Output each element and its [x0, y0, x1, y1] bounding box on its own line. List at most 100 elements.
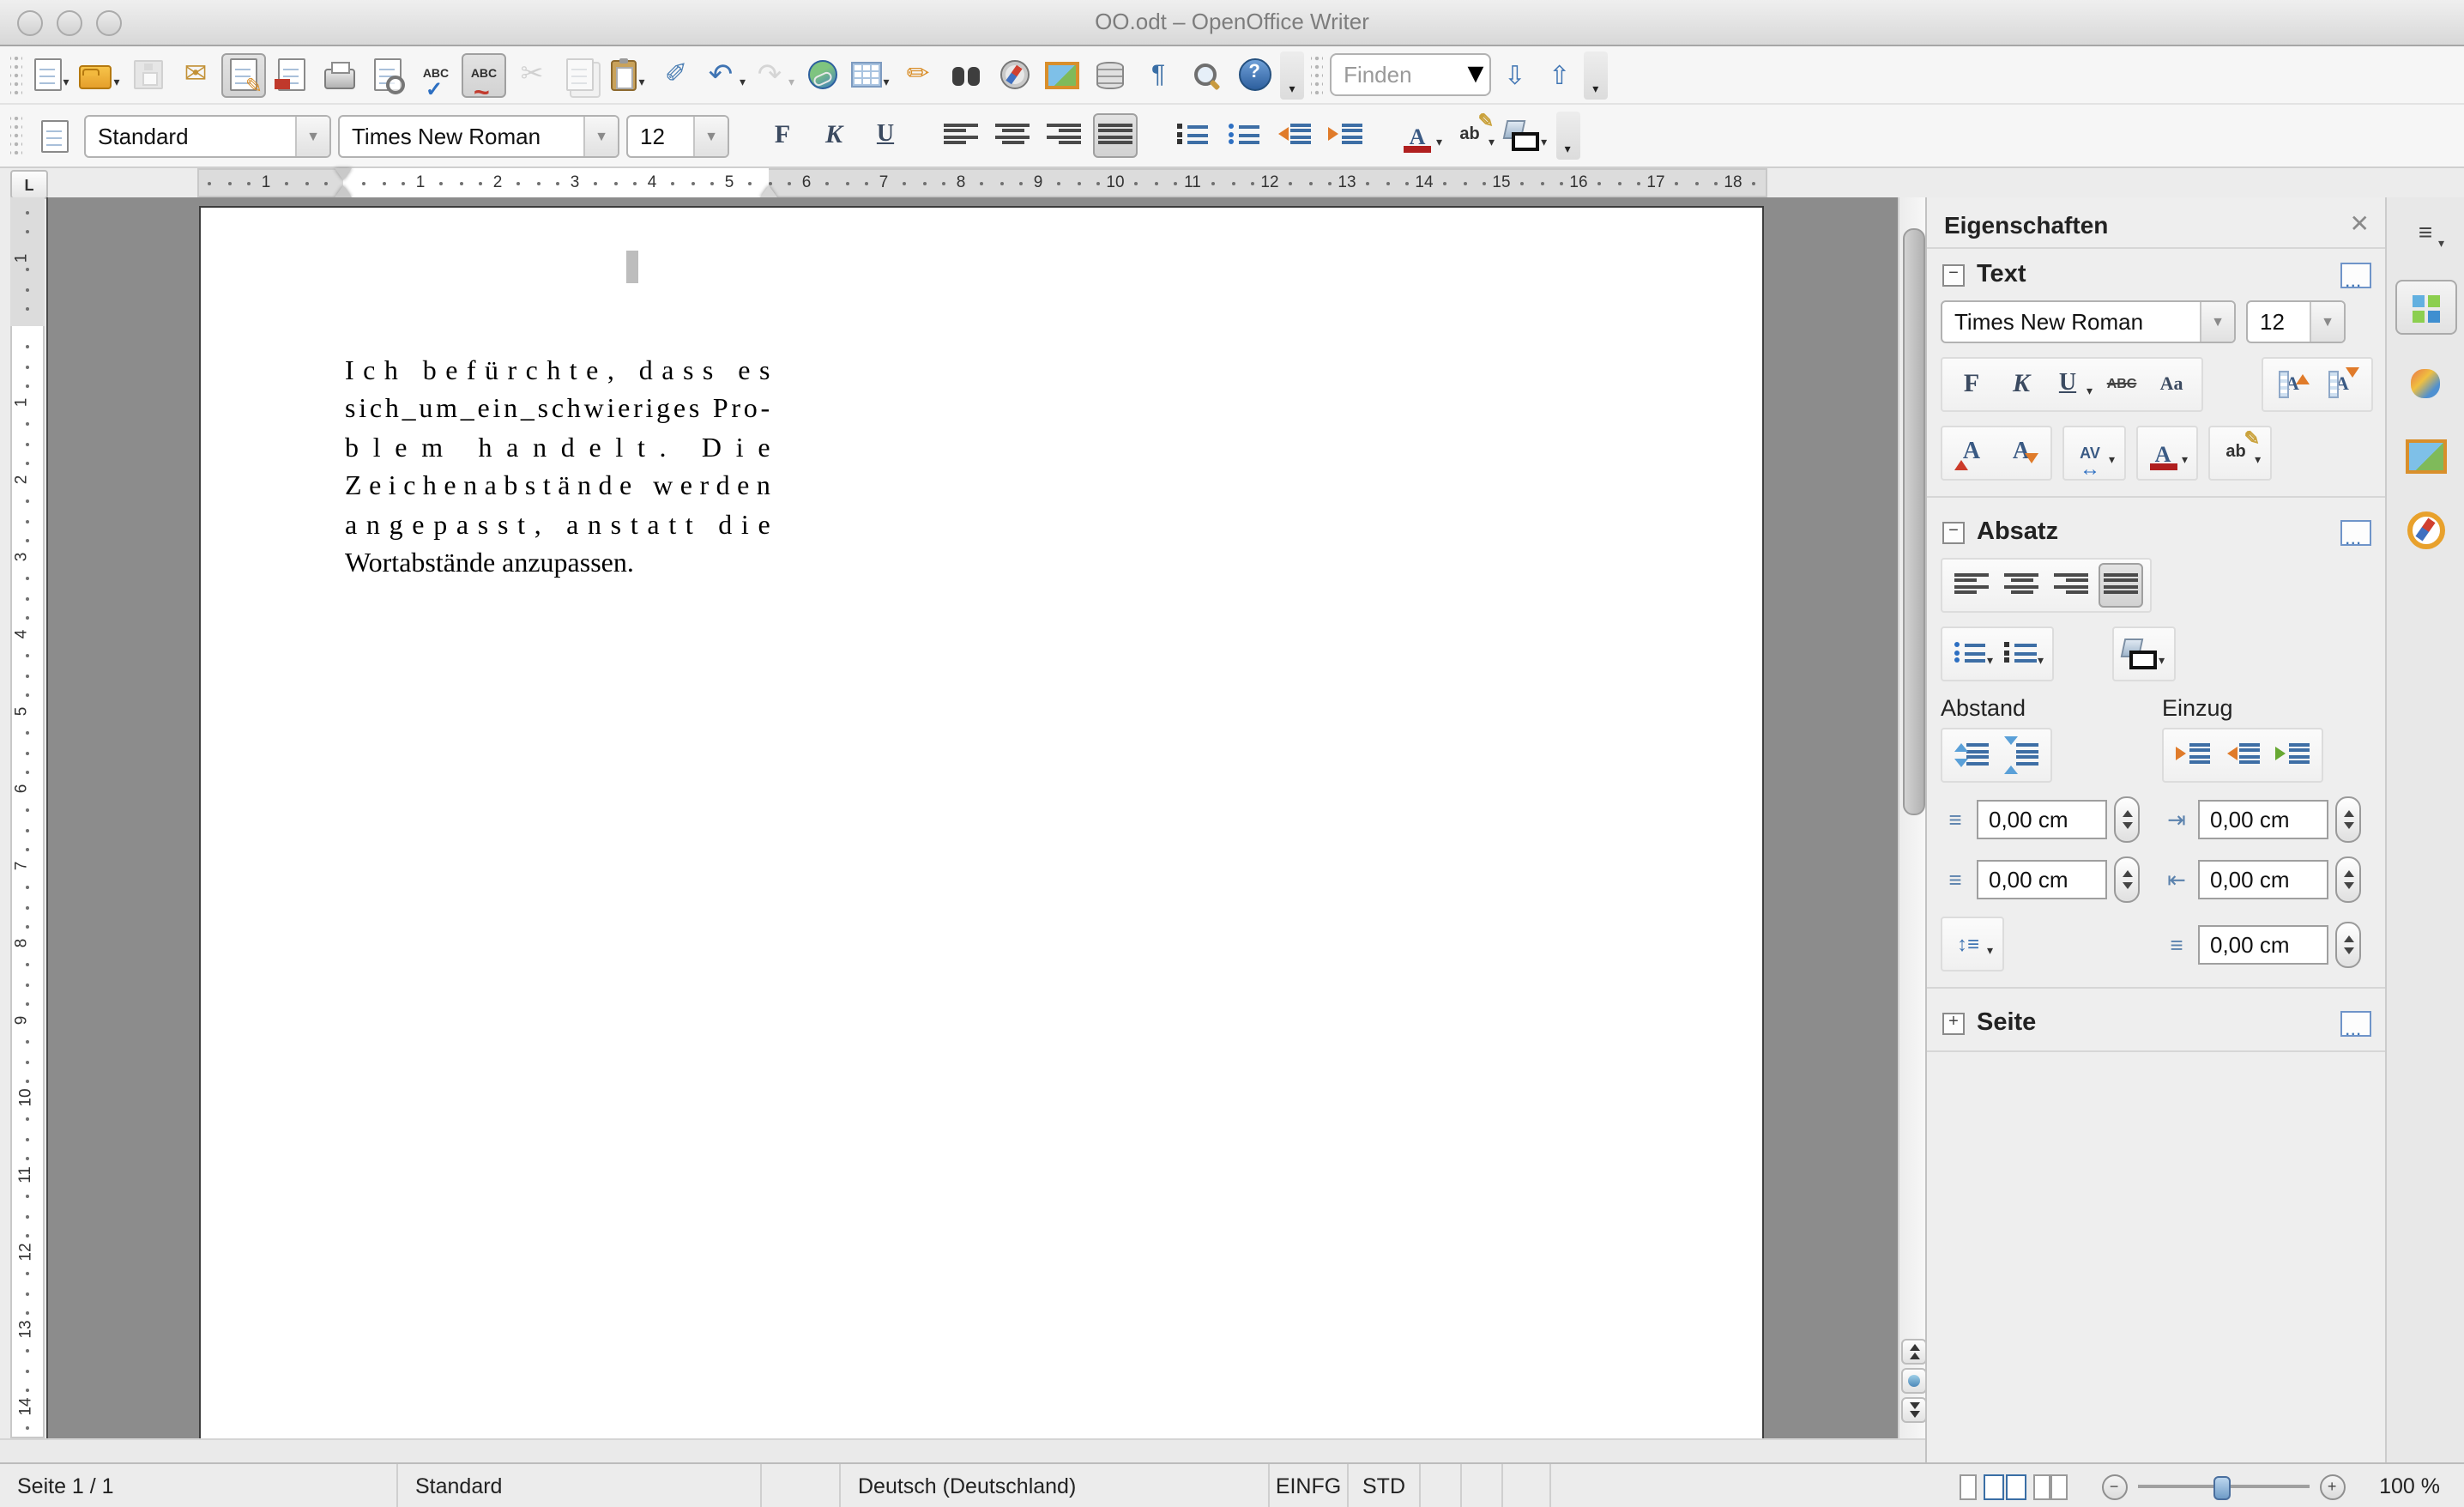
first-line-indent-marker[interactable] [335, 168, 352, 180]
font-size-combo[interactable]: 12 ▼ [626, 114, 729, 157]
align-center-button[interactable] [990, 113, 1035, 158]
align-right-button[interactable] [2049, 563, 2093, 608]
find-previous-button[interactable]: ⇧ [1539, 52, 1580, 97]
decrease-indent-button[interactable] [2220, 733, 2265, 778]
align-justify-button[interactable] [1093, 113, 1138, 158]
align-right-button[interactable] [1042, 113, 1086, 158]
zoom-level-status[interactable]: 100 % [2362, 1464, 2464, 1507]
new-document-dropdown[interactable]: ▾ [63, 75, 69, 95]
subscript-button[interactable]: A [2320, 362, 2364, 407]
insert-mode-status[interactable]: EINFG [1270, 1464, 1349, 1507]
first-line-indent-field[interactable]: 0,00 cm [2198, 924, 2328, 964]
bullet-list-button[interactable]: ▾ [1949, 632, 1995, 676]
undo-button[interactable]: ↶ ▾ [702, 52, 747, 97]
align-left-button[interactable] [939, 113, 983, 158]
align-justify-button[interactable] [2099, 563, 2143, 608]
tab-styles[interactable] [2396, 357, 2455, 409]
paragraph-style-button[interactable] [33, 113, 77, 158]
character-spacing-dropdown[interactable]: ▾ [2109, 453, 2115, 474]
italic-button[interactable]: K [1999, 362, 2044, 407]
spacing-below-stepper[interactable] [2114, 856, 2140, 903]
vertical-scrollbar-thumb[interactable] [1903, 228, 1925, 815]
text-dialog-launcher-icon[interactable] [2340, 262, 2371, 289]
hanging-indent-button[interactable] [2270, 733, 2315, 778]
increase-indent-button[interactable] [2171, 733, 2215, 778]
sidebar-font-size-combo[interactable]: 12 ▼ [2246, 300, 2346, 343]
underline-dropdown[interactable]: ▾ [2087, 384, 2093, 405]
increase-indent-button[interactable] [1323, 113, 1368, 158]
single-page-view-button[interactable] [1959, 1474, 1977, 1499]
decrease-indent-button[interactable] [1271, 113, 1316, 158]
sidebar-menu-button[interactable]: ≡ [2396, 206, 2455, 257]
collapse-icon[interactable]: − [1942, 263, 1965, 286]
book-view-button[interactable] [2032, 1474, 2068, 1499]
spacing-below-field[interactable]: 0,00 cm [1977, 860, 2107, 899]
sidebar-font-name-combo[interactable]: Times New Roman ▼ [1941, 300, 2236, 343]
font-name-dropdown[interactable]: ▼ [583, 116, 618, 155]
export-pdf-button[interactable] [269, 52, 314, 97]
zoom-slider[interactable] [2137, 1476, 2310, 1500]
spacing-above-stepper[interactable] [2114, 796, 2140, 843]
line-spacing-button[interactable]: ↕≡ ▾ [1949, 922, 1995, 966]
language-status[interactable]: Deutsch (Deutschland) [841, 1464, 1270, 1507]
strikethrough-button[interactable]: ABC [2099, 362, 2144, 407]
background-color-button[interactable]: ▾ [1503, 113, 1549, 158]
edit-file-button[interactable] [221, 52, 266, 97]
sidebar-close-icon[interactable]: ✕ [2350, 209, 2370, 239]
highlight-color-button[interactable]: ab▾ [2217, 431, 2262, 475]
align-center-button[interactable] [1999, 563, 2044, 608]
paragraph-section-header[interactable]: − Absatz [1927, 506, 2387, 551]
redo-dropdown[interactable]: ▾ [788, 75, 794, 95]
paste-button[interactable]: ▾ [606, 52, 650, 97]
email-document-button[interactable]: ✉ [173, 52, 218, 97]
indent-after-field[interactable]: 0,00 cm [2198, 860, 2328, 899]
first-line-indent-stepper[interactable] [2335, 921, 2361, 967]
collapse-icon[interactable]: − [1942, 521, 1965, 543]
document-text[interactable]: Ich befürchte, dass e s s i c h _ u m _ e i n _ s c h w i e… [345, 354, 770, 584]
navigate-by-button[interactable] [1901, 1368, 1927, 1394]
format-toolbar-overflow-button[interactable]: ▾ [1555, 112, 1580, 160]
increase-font-size-button[interactable]: A [1949, 431, 1994, 475]
hyperlink-button[interactable] [800, 52, 844, 97]
sidebar-font-size-dropdown[interactable]: ▼ [2310, 302, 2344, 342]
numbered-list-button[interactable]: ▾ [2000, 632, 2045, 676]
multi-page-view-button[interactable] [1983, 1474, 2026, 1499]
find-toolbar-overflow-button[interactable]: ▾ [1583, 51, 1608, 99]
gallery-button[interactable] [1040, 52, 1084, 97]
font-color-button[interactable]: A ▾ [2144, 431, 2189, 475]
bullet-list-dropdown[interactable]: ▾ [1987, 654, 1993, 675]
indent-before-stepper[interactable] [2335, 796, 2361, 843]
zoom-in-button[interactable]: + [2319, 1474, 2346, 1499]
bullet-list-button[interactable] [1220, 113, 1265, 158]
paragraph-background-button[interactable]: ▾ [2121, 632, 2166, 676]
left-indent-marker[interactable] [335, 185, 352, 197]
increase-spacing-button[interactable] [1949, 733, 1994, 778]
character-spacing-button[interactable]: AV▾ [2071, 431, 2117, 479]
tab-stop-selector[interactable]: L [10, 170, 48, 199]
spellcheck-button[interactable]: ABC [414, 52, 458, 99]
document-canvas[interactable]: Ich befürchte, dass e s s i c h _ u m _ e i n _ s c h w i e… [46, 197, 1899, 1438]
line-spacing-dropdown[interactable]: ▾ [1987, 944, 1993, 965]
highlight-color-button[interactable]: ab▾ [1451, 113, 1496, 158]
paragraph-background-dropdown[interactable]: ▾ [2159, 654, 2165, 675]
horizontal-ruler[interactable]: 1 1 2 3 4 5 6 7 8 9 10 11 12 13 14 15 16 17 18 [197, 168, 1767, 197]
tab-gallery[interactable] [2396, 431, 2455, 482]
toggle-case-button[interactable]: Aa [2149, 362, 2194, 407]
next-page-button[interactable] [1901, 1397, 1927, 1423]
right-indent-marker[interactable] [760, 185, 777, 197]
page-dialog-launcher-icon[interactable] [2340, 1010, 2371, 1038]
text-section-header[interactable]: − Text [1927, 249, 2387, 294]
data-sources-button[interactable] [1088, 52, 1132, 97]
find-dropdown[interactable]: ▼ [1462, 59, 1489, 90]
superscript-button[interactable]: A [2270, 362, 2315, 407]
spacing-above-field[interactable]: 0,00 cm [1977, 800, 2107, 839]
find-input[interactable] [1332, 62, 1463, 88]
background-color-dropdown[interactable]: ▾ [1541, 136, 1547, 156]
format-paintbrush-button[interactable]: ✐ [654, 52, 698, 97]
indent-before-field[interactable]: 0,00 cm [2198, 800, 2328, 839]
font-color-dropdown[interactable]: ▾ [1436, 136, 1442, 156]
previous-page-button[interactable] [1901, 1339, 1927, 1365]
page-style-status[interactable]: Standard [398, 1464, 762, 1507]
paragraph-dialog-launcher-icon[interactable] [2340, 519, 2371, 547]
tab-navigator[interactable] [2396, 505, 2455, 556]
